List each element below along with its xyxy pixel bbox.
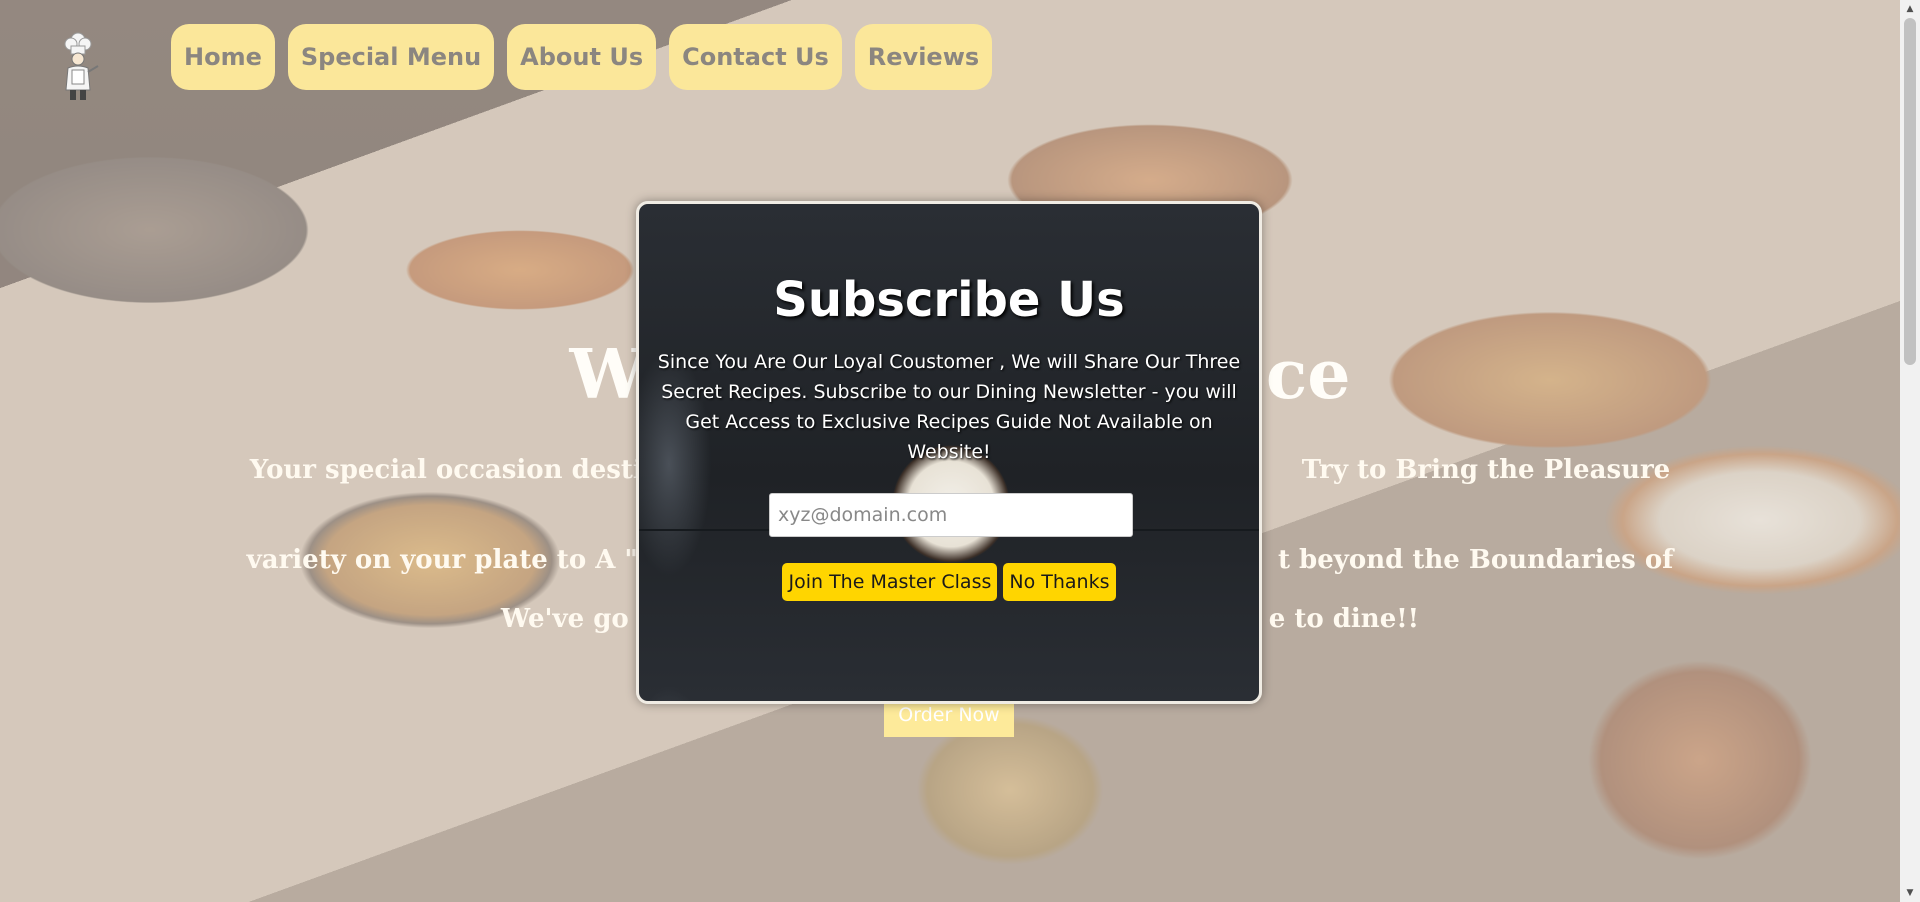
nav-contact-us-button[interactable]: Contact Us — [669, 24, 842, 90]
scroll-down-arrow-icon[interactable]: ▼ — [1900, 884, 1920, 902]
nav-reviews-button[interactable]: Reviews — [854, 24, 993, 90]
main-nav: Home Special Menu About Us Contact Us Re… — [171, 24, 993, 90]
chef-icon — [64, 32, 99, 100]
page-scrollbar[interactable]: ▲ ▼ — [1900, 0, 1920, 902]
nav-special-menu-button[interactable]: Special Menu — [287, 24, 495, 90]
chef-logo[interactable] — [56, 32, 106, 104]
hero-tag-left: We've go — [500, 604, 629, 634]
join-master-class-button[interactable]: Join The Master Class — [782, 563, 998, 601]
subscribe-modal: Subscribe Us Since You Are Our Loyal Cou… — [636, 201, 1262, 704]
modal-description: Since You Are Our Loyal Coustomer , We w… — [657, 351, 1241, 463]
hero-desc-line2-right: t beyond the Boundaries of — [1277, 545, 1674, 575]
modal-title: Subscribe Us — [773, 272, 1125, 328]
hero-title-right: ce — [1265, 335, 1351, 415]
hero-desc-line2-left: variety on your plate to A " — [246, 545, 638, 575]
modal-actions: Join The Master Class No Thanks — [639, 563, 1259, 601]
nav-about-us-button[interactable]: About Us — [507, 24, 657, 90]
nav-home-button[interactable]: Home — [171, 24, 275, 90]
hero-desc-line1-left: Your special occasion destin — [249, 455, 662, 485]
hero-title-left: W — [569, 335, 646, 415]
scroll-up-arrow-icon[interactable]: ▲ — [1900, 0, 1920, 18]
no-thanks-button[interactable]: No Thanks — [1003, 563, 1116, 601]
email-input[interactable] — [769, 493, 1133, 537]
scroll-thumb[interactable] — [1904, 18, 1916, 365]
hero-tag-right: e to dine!! — [1268, 604, 1420, 634]
